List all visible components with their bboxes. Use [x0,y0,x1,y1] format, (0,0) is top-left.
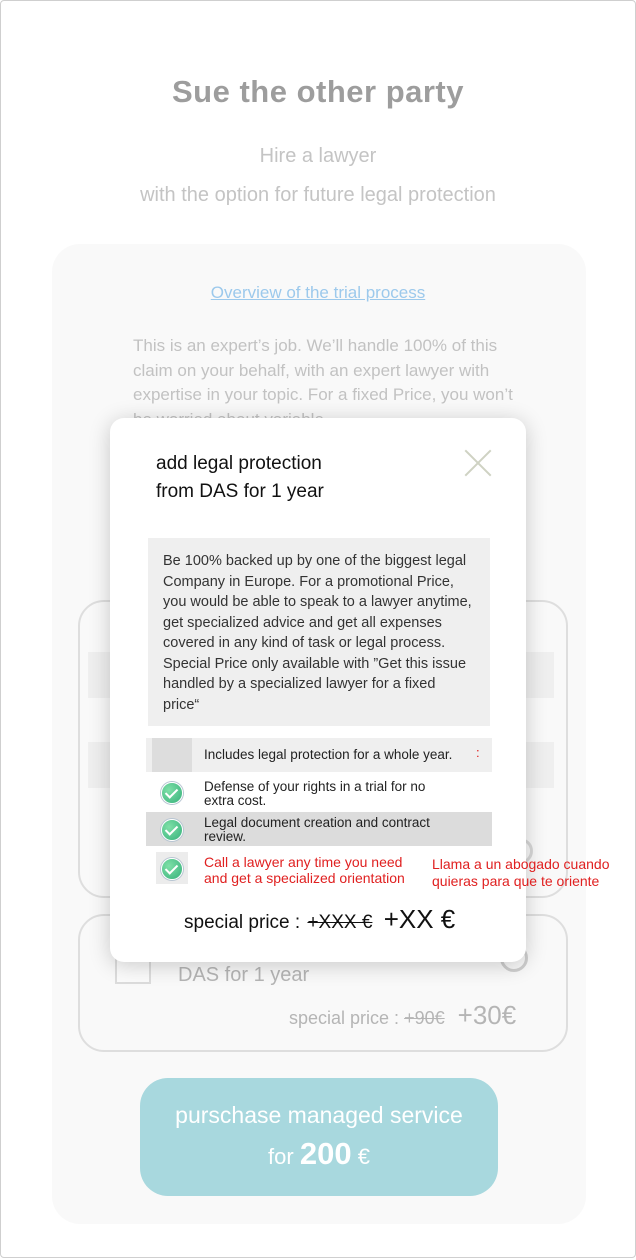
feature-text: Call a lawyer any time you need and get … [204,854,405,886]
modal-title-line1: add legal protection [156,453,322,474]
purchase-currency: € [357,1144,370,1169]
special-price-label: special price : [289,1008,400,1028]
modal-description: Be 100% backed up by one of the biggest … [148,538,490,726]
new-price: +30€ [457,1000,517,1030]
feature-text: Defense of your rights in a trial for no… [204,780,425,808]
feature-row: Legal document creation and contract rev… [146,812,492,846]
features-header-mark: : [476,745,480,760]
subtitle-line-1: Hire a lawyer [259,145,377,167]
purchase-for-label: for [268,1144,294,1169]
feature-text-line1: Call a lawyer any time you need [204,854,403,870]
modal-title: add legal protection from DAS for 1 year [156,450,456,506]
das-option-label: DAS for 1 year [178,964,310,986]
purchase-amount: 200 [299,1136,352,1171]
purchase-button[interactable]: purschase managed service for 200 € [140,1078,498,1196]
old-price: +XXX € [307,912,373,933]
old-price: +90€ [404,1008,445,1028]
feature-text-line2: and get a specialized orientation [204,870,405,886]
subtitle-line-2: with the option for future legal protect… [140,184,496,206]
feature-row: Defense of your rights in a trial for no… [146,774,492,810]
feature-text-line1: Defense of your rights in a trial for no [204,779,426,794]
service-description: This is an expert’s job. We’ll handle 10… [133,336,513,424]
feature-text-line2: extra cost. [204,793,267,808]
check-icon [161,819,183,841]
features-header-swatch [152,738,192,772]
modal-special-price: special price : +XXX € +XX € [184,904,455,935]
purchase-button-line1: purschase managed service [175,1102,463,1128]
features-header-text: Includes legal protection for a whole ye… [204,747,453,762]
annotation-line2: quieras para que te oriente [432,873,600,889]
overview-trial-link[interactable]: Overview of the trial process [0,283,636,303]
new-price: +XX € [383,904,456,934]
feature-text: Legal document creation and contract rev… [204,816,430,844]
special-price-label: special price : [184,912,301,933]
close-icon[interactable] [462,448,494,480]
check-icon [161,782,183,804]
annotation-line1: Llama a un abogado cuando [432,856,610,872]
features-header-row: Includes legal protection for a whole ye… [146,738,492,772]
spanish-annotation: Llama a un abogado cuando quieras para q… [432,856,609,890]
feature-text-line2: review. [204,829,247,844]
page-title: Sue the other party [172,74,464,109]
das-special-price: special price : +90€ +30€ [289,1000,516,1031]
check-icon [161,858,183,880]
modal-title-line2: from DAS for 1 year [156,481,324,502]
feature-text-line1: Legal document creation and contract [204,815,430,830]
purchase-button-line2: for 200 € [140,1136,498,1172]
